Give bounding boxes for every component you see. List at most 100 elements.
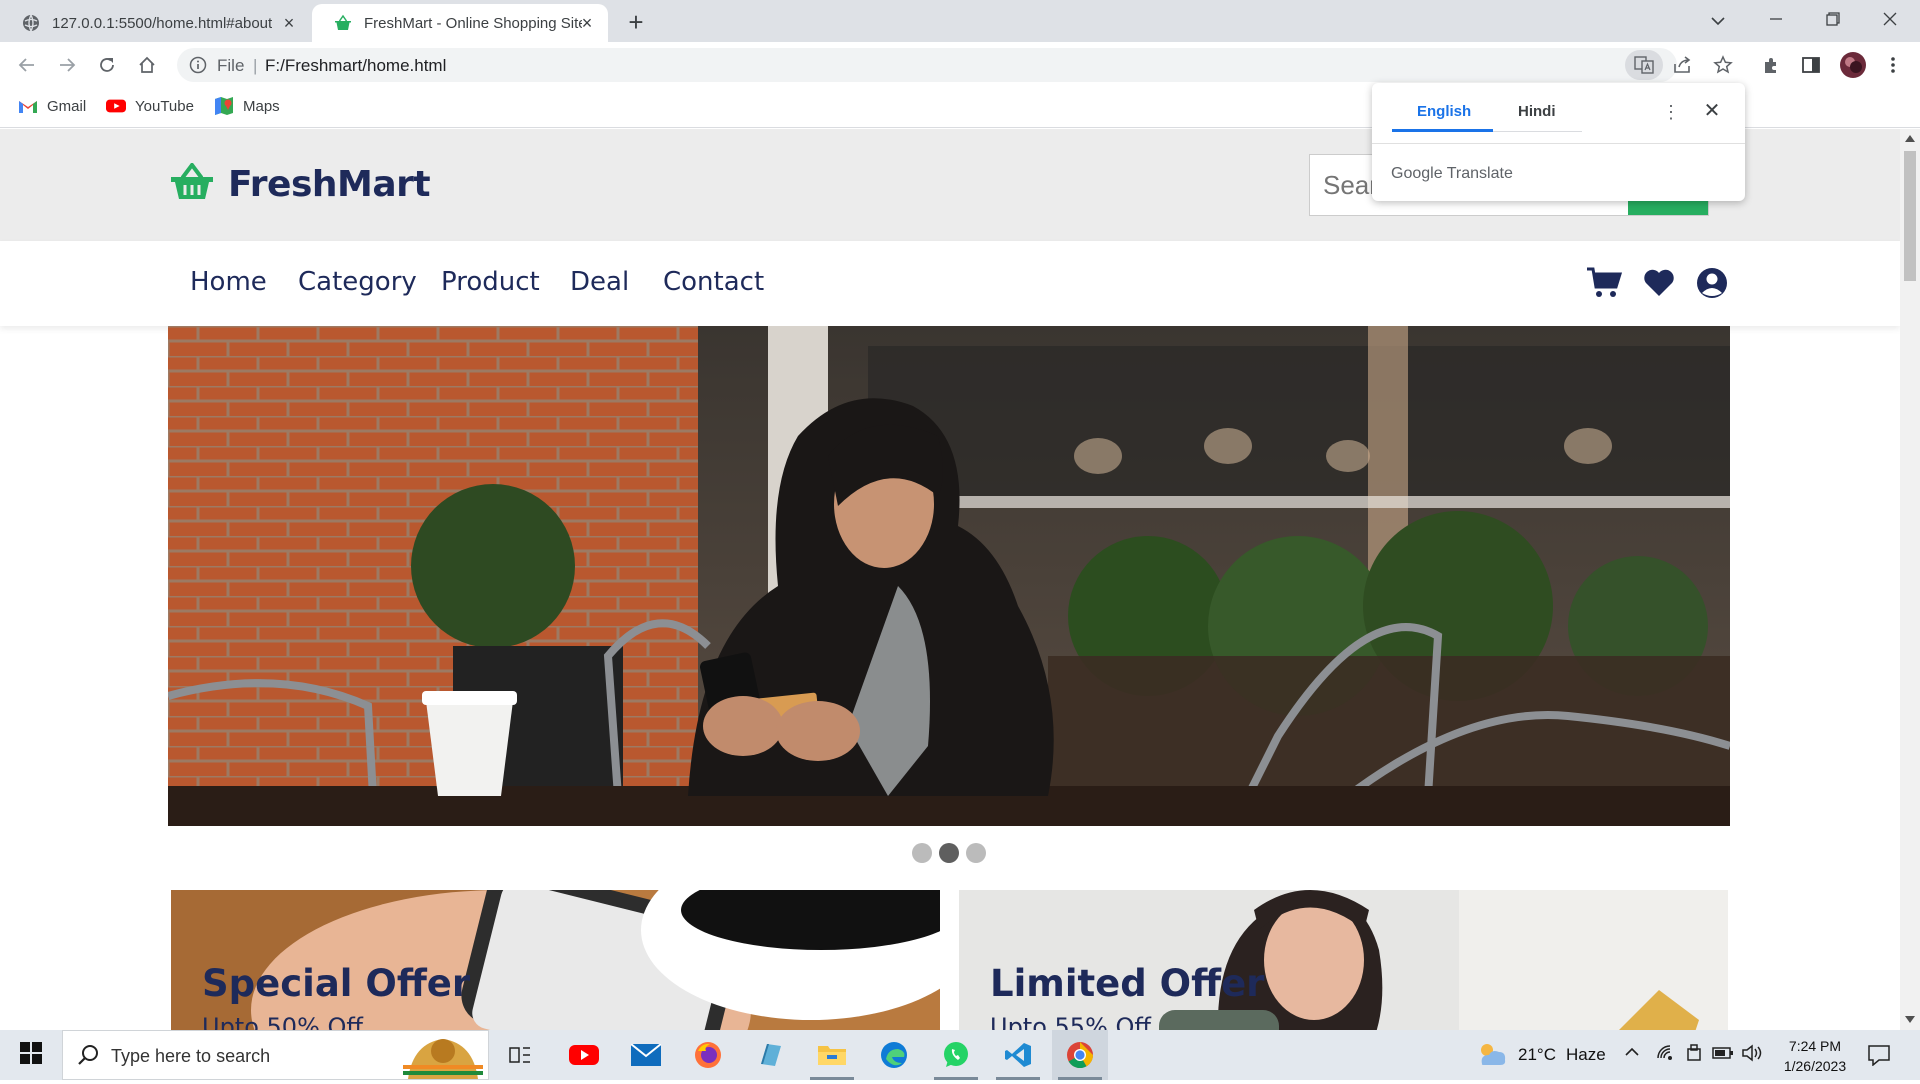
nav-home[interactable]: Home [190,267,267,297]
file-explorer-icon[interactable] [804,1030,860,1080]
back-icon[interactable] [13,51,41,79]
nav-contact[interactable]: Contact [663,267,764,297]
home-icon[interactable] [133,51,161,79]
logo-text: FreshMart [228,164,431,205]
url-text[interactable]: F:/Freshmart/home.html [265,56,446,76]
tab-freshmart[interactable]: FreshMart - Online Shopping Site × [312,4,608,42]
basket-icon [170,161,214,206]
battery-icon[interactable] [1712,1045,1734,1065]
firefox-icon[interactable] [680,1030,736,1080]
tab-localhost-about[interactable]: 127.0.0.1:5500/home.html#about × [0,4,310,42]
chevron-up-icon[interactable] [1624,1044,1640,1064]
minimize-icon[interactable] [1756,6,1796,34]
slider-dot[interactable] [966,843,986,863]
offer-subtitle: Upto 50% Off [202,1013,363,1030]
menu-kebab-icon[interactable] [1879,51,1907,79]
forward-icon[interactable] [53,51,81,79]
taskbar-clock[interactable]: 7:24 PM 1/26/2023 [1770,1036,1860,1076]
nav-deal[interactable]: Deal [570,267,629,297]
user-icon[interactable] [1694,265,1730,301]
scroll-down-arrow-icon[interactable] [1905,1016,1915,1023]
location-icon[interactable] [1686,1044,1702,1067]
page-scrollbar[interactable] [1900,129,1920,1030]
bookmark-label: Gmail [47,97,87,115]
bookmark-label: YouTube [135,97,194,115]
side-panel-icon[interactable] [1797,51,1825,79]
reload-icon[interactable] [93,51,121,79]
translate-close-icon[interactable]: ✕ [1700,99,1724,123]
close-window-icon[interactable] [1870,6,1910,34]
offer-subtitle: Upto 55% Off [990,1013,1151,1030]
wifi-icon[interactable] [1656,1044,1676,1067]
address-bar[interactable]: File | F:/Freshmart/home.html [177,48,1677,82]
basket-icon [334,14,352,32]
task-view-icon[interactable] [492,1030,548,1080]
scroll-up-arrow-icon[interactable] [1905,135,1915,142]
translate-tab-indicator [1392,129,1493,132]
bookmark-youtube[interactable]: YouTube [106,96,194,116]
search-highlight-image [398,1033,484,1084]
bookmark-maps[interactable]: Maps [214,96,280,116]
tab-title: FreshMart - Online Shopping Site [364,14,582,32]
offer-card-special[interactable]: Special Offer Upto 50% Off [171,890,940,1030]
globe-icon [22,14,40,32]
translate-lang-english[interactable]: English [1417,103,1471,120]
browser-tab-strip: 127.0.0.1:5500/home.html#about × FreshMa… [0,0,1920,42]
heart-icon[interactable] [1641,265,1677,301]
notification-icon[interactable] [1867,1044,1891,1071]
translate-popup: English Hindi ⋮ ✕ Google Translate [1372,83,1745,201]
translate-options-icon[interactable]: ⋮ [1661,101,1681,123]
translate-lang-hindi[interactable]: Hindi [1518,103,1556,120]
scheme-label: File [217,56,245,75]
profile-avatar[interactable] [1839,51,1867,79]
maps-icon [214,96,234,116]
search-icon [77,1044,99,1071]
bookmark-label: Maps [243,97,280,115]
share-icon[interactable] [1669,51,1697,79]
clock-time: 7:24 PM [1788,1038,1842,1054]
windows-logo-icon [20,1041,42,1069]
weather-hazy-icon[interactable] [1476,1040,1508,1075]
tab-title: 127.0.0.1:5500/home.html#about [52,14,272,32]
edge-icon[interactable] [866,1030,922,1080]
translate-divider [1372,143,1745,144]
whatsapp-icon[interactable] [928,1030,984,1080]
cart-icon[interactable] [1586,265,1622,301]
taskbar-search-box[interactable]: Type here to search [62,1030,489,1080]
close-tab-icon[interactable]: × [578,14,596,32]
new-tab-button[interactable]: + [622,8,650,36]
weather-temp[interactable]: 21°C [1518,1045,1556,1065]
translate-icon[interactable] [1625,50,1663,80]
slider-dot[interactable] [912,843,932,863]
nav-category[interactable]: Category [298,267,417,297]
extensions-icon[interactable] [1757,51,1785,79]
bookmark-gmail[interactable]: Gmail [18,96,86,116]
bookmark-star-icon[interactable] [1709,51,1737,79]
close-tab-icon[interactable]: × [280,14,298,32]
info-icon[interactable] [189,56,207,79]
mail-icon[interactable] [618,1030,674,1080]
notepad-icon[interactable] [742,1030,798,1080]
offer-card-limited[interactable]: Limited Offer Upto 55% Off [959,890,1728,1030]
volume-icon[interactable] [1742,1044,1764,1067]
site-logo[interactable]: FreshMart [170,161,431,206]
offer-special-image [171,890,940,1030]
offer-title: Special Offer [202,962,471,1005]
vscode-icon[interactable] [990,1030,1046,1080]
slider-dot-active[interactable] [939,843,959,863]
hero-slide-image [168,326,1730,826]
tab-search-chevron-icon[interactable] [1698,6,1738,34]
clock-date: 1/26/2023 [1783,1058,1847,1074]
page-viewport: FreshMart Home Category Product Deal Con… [0,129,1900,1030]
start-button[interactable] [0,1030,62,1080]
chrome-icon[interactable] [1052,1030,1108,1080]
weather-condition[interactable]: Haze [1566,1045,1606,1065]
offer-title: Limited Offer [990,962,1265,1005]
youtube-icon[interactable] [556,1030,612,1080]
nav-product[interactable]: Product [441,267,540,297]
main-navigation: Home Category Product Deal Contact [0,241,1900,326]
separator: | [253,56,258,75]
restore-icon[interactable] [1813,6,1853,34]
browser-toolbar: File | F:/Freshmart/home.html [0,42,1920,88]
scroll-thumb[interactable] [1904,151,1916,281]
